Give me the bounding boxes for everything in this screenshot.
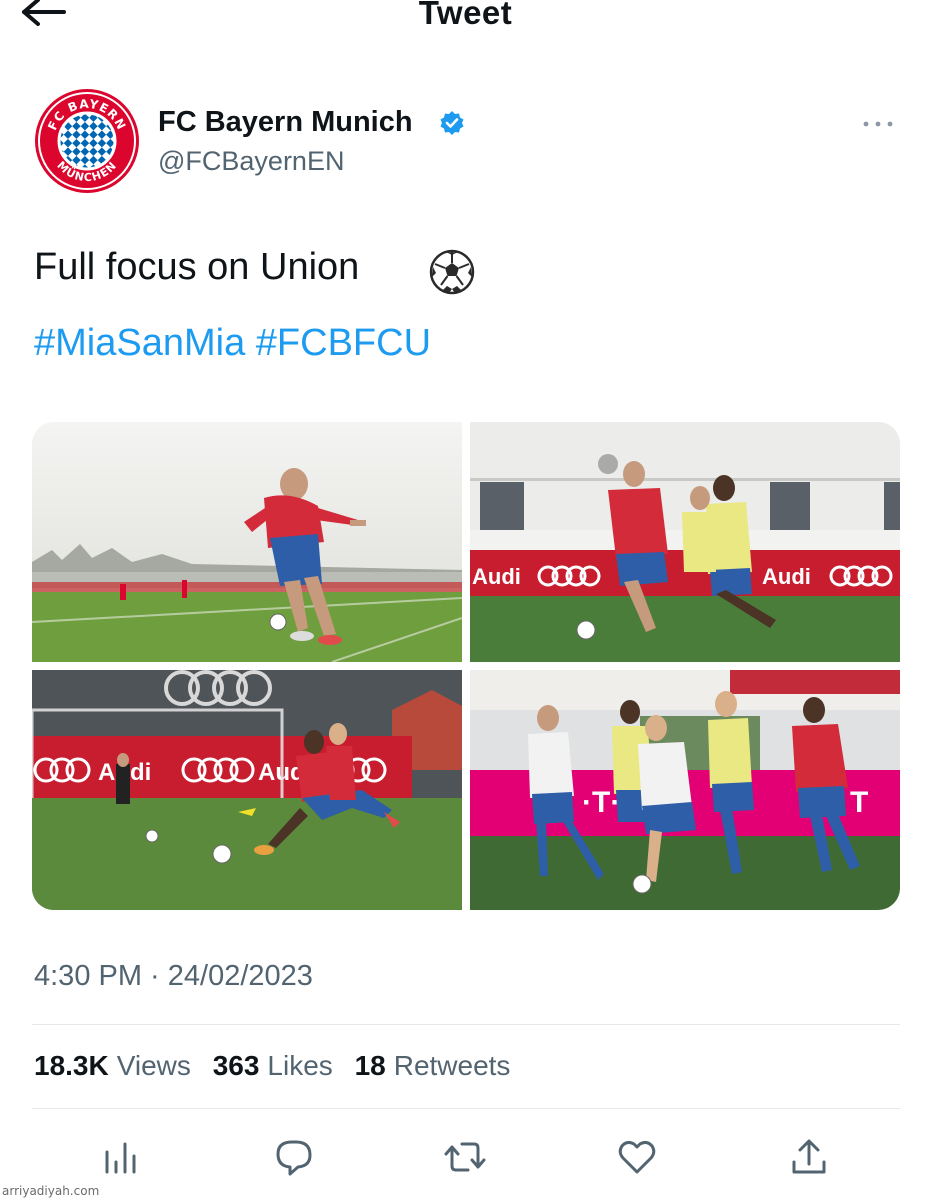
likes-count: 363 xyxy=(212,1050,260,1081)
hashtag-line: #MiaSanMia #FCBFCU xyxy=(34,322,431,365)
photo-training-4[interactable]: ·T· T xyxy=(470,670,900,910)
photo-training-2[interactable]: Audi Audi xyxy=(470,422,900,662)
views-stat[interactable]: 18.3K Views xyxy=(34,1050,199,1081)
avatar[interactable]: FC BAYERN MÜNCHEN xyxy=(34,88,140,194)
header-bar: Tweet xyxy=(0,0,931,46)
media-grid: Audi Audi Audi ·T· T xyxy=(32,422,900,910)
board-text: Audi xyxy=(762,564,811,589)
board-text: Audi xyxy=(472,564,521,589)
tweet-timestamp[interactable]: 4:30 PM · 24/02/2023 xyxy=(34,960,313,993)
retweets-count: 18 xyxy=(354,1050,386,1081)
divider xyxy=(32,1024,900,1025)
hashtag-link[interactable]: #FCBFCU xyxy=(256,322,431,364)
telekom-t-mark: T xyxy=(850,786,868,819)
likes-label: Likes xyxy=(267,1050,333,1081)
retweets-stat[interactable]: 18 Retweets xyxy=(355,1050,511,1081)
photo-training-1[interactable] xyxy=(32,422,462,662)
retweet-icon[interactable] xyxy=(442,1134,488,1180)
share-icon[interactable] xyxy=(786,1134,832,1180)
views-label: Views xyxy=(116,1050,191,1081)
tweet-stats: 18.3K Views 363 Likes 18 Retweets xyxy=(34,1050,524,1082)
views-count: 18.3K xyxy=(34,1050,109,1081)
tweet-text: Full focus on Union xyxy=(34,246,360,288)
retweets-label: Retweets xyxy=(393,1050,511,1081)
soccer-ball-icon xyxy=(428,248,476,296)
like-icon[interactable] xyxy=(614,1134,660,1180)
verified-badge-icon xyxy=(439,110,465,136)
hashtag-link[interactable]: #MiaSanMia xyxy=(34,322,245,364)
more-options-icon[interactable] xyxy=(858,112,898,136)
divider xyxy=(32,1108,900,1109)
author-name[interactable]: FC Bayern Munich xyxy=(158,106,413,139)
analytics-icon[interactable] xyxy=(98,1134,144,1180)
reply-icon[interactable] xyxy=(270,1134,316,1180)
watermark-text: arriyadiyah.com xyxy=(2,1184,100,1198)
likes-stat[interactable]: 363 Likes xyxy=(213,1050,341,1081)
author-handle[interactable]: @FCBayernEN xyxy=(158,146,344,177)
photo-training-3[interactable]: Audi Audi xyxy=(32,670,462,910)
page-title: Tweet xyxy=(418,0,513,31)
